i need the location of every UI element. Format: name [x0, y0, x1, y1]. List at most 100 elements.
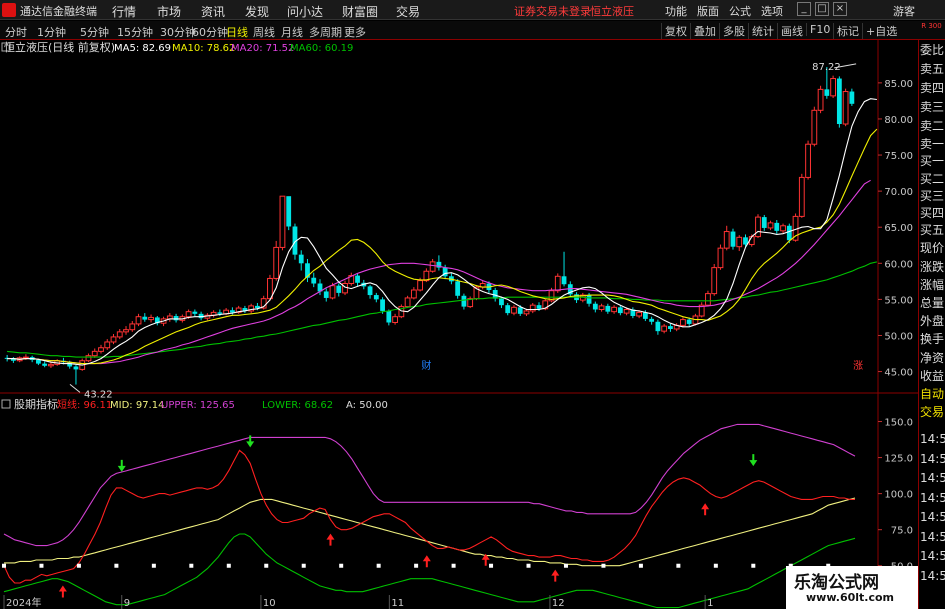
sidebar-item: 自动 — [920, 388, 945, 401]
candle-body — [780, 225, 786, 232]
menu-ask[interactable]: 问小达 — [287, 3, 323, 20]
menu-trade[interactable]: 交易 — [396, 3, 420, 20]
a-dot — [339, 563, 344, 568]
candle-body — [329, 285, 336, 299]
period-monthly[interactable]: 月线 — [281, 24, 303, 40]
candle-body — [730, 231, 736, 247]
maximize-button[interactable]: □ — [815, 2, 829, 16]
ma5-line — [7, 98, 877, 366]
toolbar-draw[interactable]: 画线 — [777, 23, 803, 39]
period-30min[interactable]: 30分钟 — [160, 24, 196, 40]
toolbar-stats[interactable]: 统计 — [748, 23, 774, 39]
login-warning[interactable]: 证券交易未登录 — [514, 3, 591, 19]
candle-body — [173, 315, 179, 321]
candle-body — [836, 78, 842, 125]
lower-line — [3, 533, 856, 609]
candle-body — [611, 306, 617, 313]
ind-y-tick-label: 150.0 — [884, 418, 913, 429]
candle-body — [373, 295, 379, 300]
indicator-title: 股期指标 — [14, 397, 58, 411]
toolbar-f10[interactable]: F10 — [806, 23, 830, 36]
candle-body — [523, 310, 530, 315]
ma20-line — [7, 179, 871, 365]
candle-body — [286, 196, 292, 227]
menu-news[interactable]: 资讯 — [201, 3, 225, 20]
watermark-url: www.60lt.com — [806, 591, 895, 604]
candle-body — [499, 298, 504, 306]
sidebar-item: 外盘 — [920, 315, 945, 328]
sidebar-item: 卖一 — [920, 138, 945, 151]
candle-body — [298, 254, 304, 264]
candle-body — [755, 216, 761, 238]
sidebar-item: 14:56 — [920, 492, 945, 505]
minimize-button[interactable]: _ — [797, 2, 811, 16]
candle-body — [142, 316, 148, 320]
main-price-panel: 87.22 43.22 财 涨 — [4, 62, 878, 400]
toolbar-multistock[interactable]: 多股 — [719, 23, 745, 39]
candle-body — [116, 331, 123, 338]
sidebar-item: 交易 — [920, 406, 945, 419]
a-dot — [39, 563, 44, 568]
candle-body — [817, 88, 824, 111]
candle-body — [386, 310, 392, 323]
candle-body — [636, 311, 643, 317]
candle-body — [830, 78, 836, 97]
main-title: 恒立液压(日线 前复权) — [4, 40, 115, 54]
period-multi[interactable]: 多周期 — [309, 24, 342, 40]
menu-market[interactable]: 市场 — [157, 3, 181, 20]
y-tick-label: 85.00 — [884, 79, 913, 90]
mid-line — [4, 497, 856, 567]
period-15min[interactable]: 15分钟 — [117, 24, 153, 40]
period-1min[interactable]: 1分钟 — [37, 24, 66, 40]
user-guest[interactable]: 游客 — [893, 3, 915, 19]
candle-body — [273, 246, 280, 279]
candle-body — [642, 312, 648, 319]
toolbar-mark[interactable]: 标记 — [833, 23, 859, 39]
period-tick[interactable]: 分时 — [5, 24, 27, 40]
ma-legend: MA20: 71.52 — [231, 43, 294, 54]
sidebar-item: 14:56 — [920, 453, 945, 466]
candle-body — [705, 293, 711, 306]
period-more[interactable]: 更多 — [344, 24, 366, 40]
menu-options[interactable]: 选项 — [761, 3, 783, 19]
candle-body — [380, 299, 385, 311]
toolbar-adjust[interactable]: 复权 — [661, 23, 687, 39]
candle-body — [849, 91, 855, 104]
sidebar-item: 买三 — [920, 190, 945, 203]
period-60min[interactable]: 60分钟 — [192, 24, 228, 40]
candle-body — [536, 305, 542, 309]
a-dot — [451, 563, 456, 568]
candle-body — [723, 231, 730, 249]
menu-layout[interactable]: 版面 — [697, 3, 719, 19]
menu-formula[interactable]: 公式 — [729, 3, 751, 19]
annotation-label: 43.22 — [84, 389, 113, 400]
close-button[interactable]: × — [833, 2, 847, 16]
period-5min[interactable]: 5分钟 — [80, 24, 109, 40]
candle-body — [217, 312, 223, 314]
ind-y-tick-label: 75.0 — [891, 526, 913, 537]
period-weekly[interactable]: 周线 — [253, 24, 275, 40]
menu-quotes[interactable]: 行情 — [112, 3, 136, 20]
sidebar-item: 换手 — [920, 333, 945, 346]
menu-function[interactable]: 功能 — [665, 3, 687, 19]
buy-arrow-icon — [58, 585, 67, 598]
menu-discover[interactable]: 发现 — [245, 3, 269, 20]
candle-body — [110, 336, 117, 343]
toolbar-overlay[interactable]: 叠加 — [690, 23, 716, 39]
menu-wealth[interactable]: 财富圈 — [342, 3, 378, 20]
candle-body — [148, 316, 154, 321]
period-daily[interactable]: 日线 — [226, 24, 248, 40]
candle-body — [655, 321, 661, 332]
kline-chart[interactable]: 87.22 43.22 财 涨 85.00 80.00 75.00 70.00 65.00 60… — [0, 40, 918, 609]
candle-body — [429, 261, 436, 272]
candle-body — [417, 280, 424, 291]
toolbar-add-watchlist[interactable]: +自选 — [862, 23, 897, 39]
candle-body — [455, 281, 461, 296]
a-dot — [489, 563, 494, 568]
buy-arrow-icon — [551, 569, 560, 582]
candle-body — [192, 311, 198, 314]
candle-body — [23, 356, 29, 359]
candle-body — [586, 295, 592, 304]
candle-body — [661, 325, 668, 332]
a-dot — [676, 563, 681, 568]
